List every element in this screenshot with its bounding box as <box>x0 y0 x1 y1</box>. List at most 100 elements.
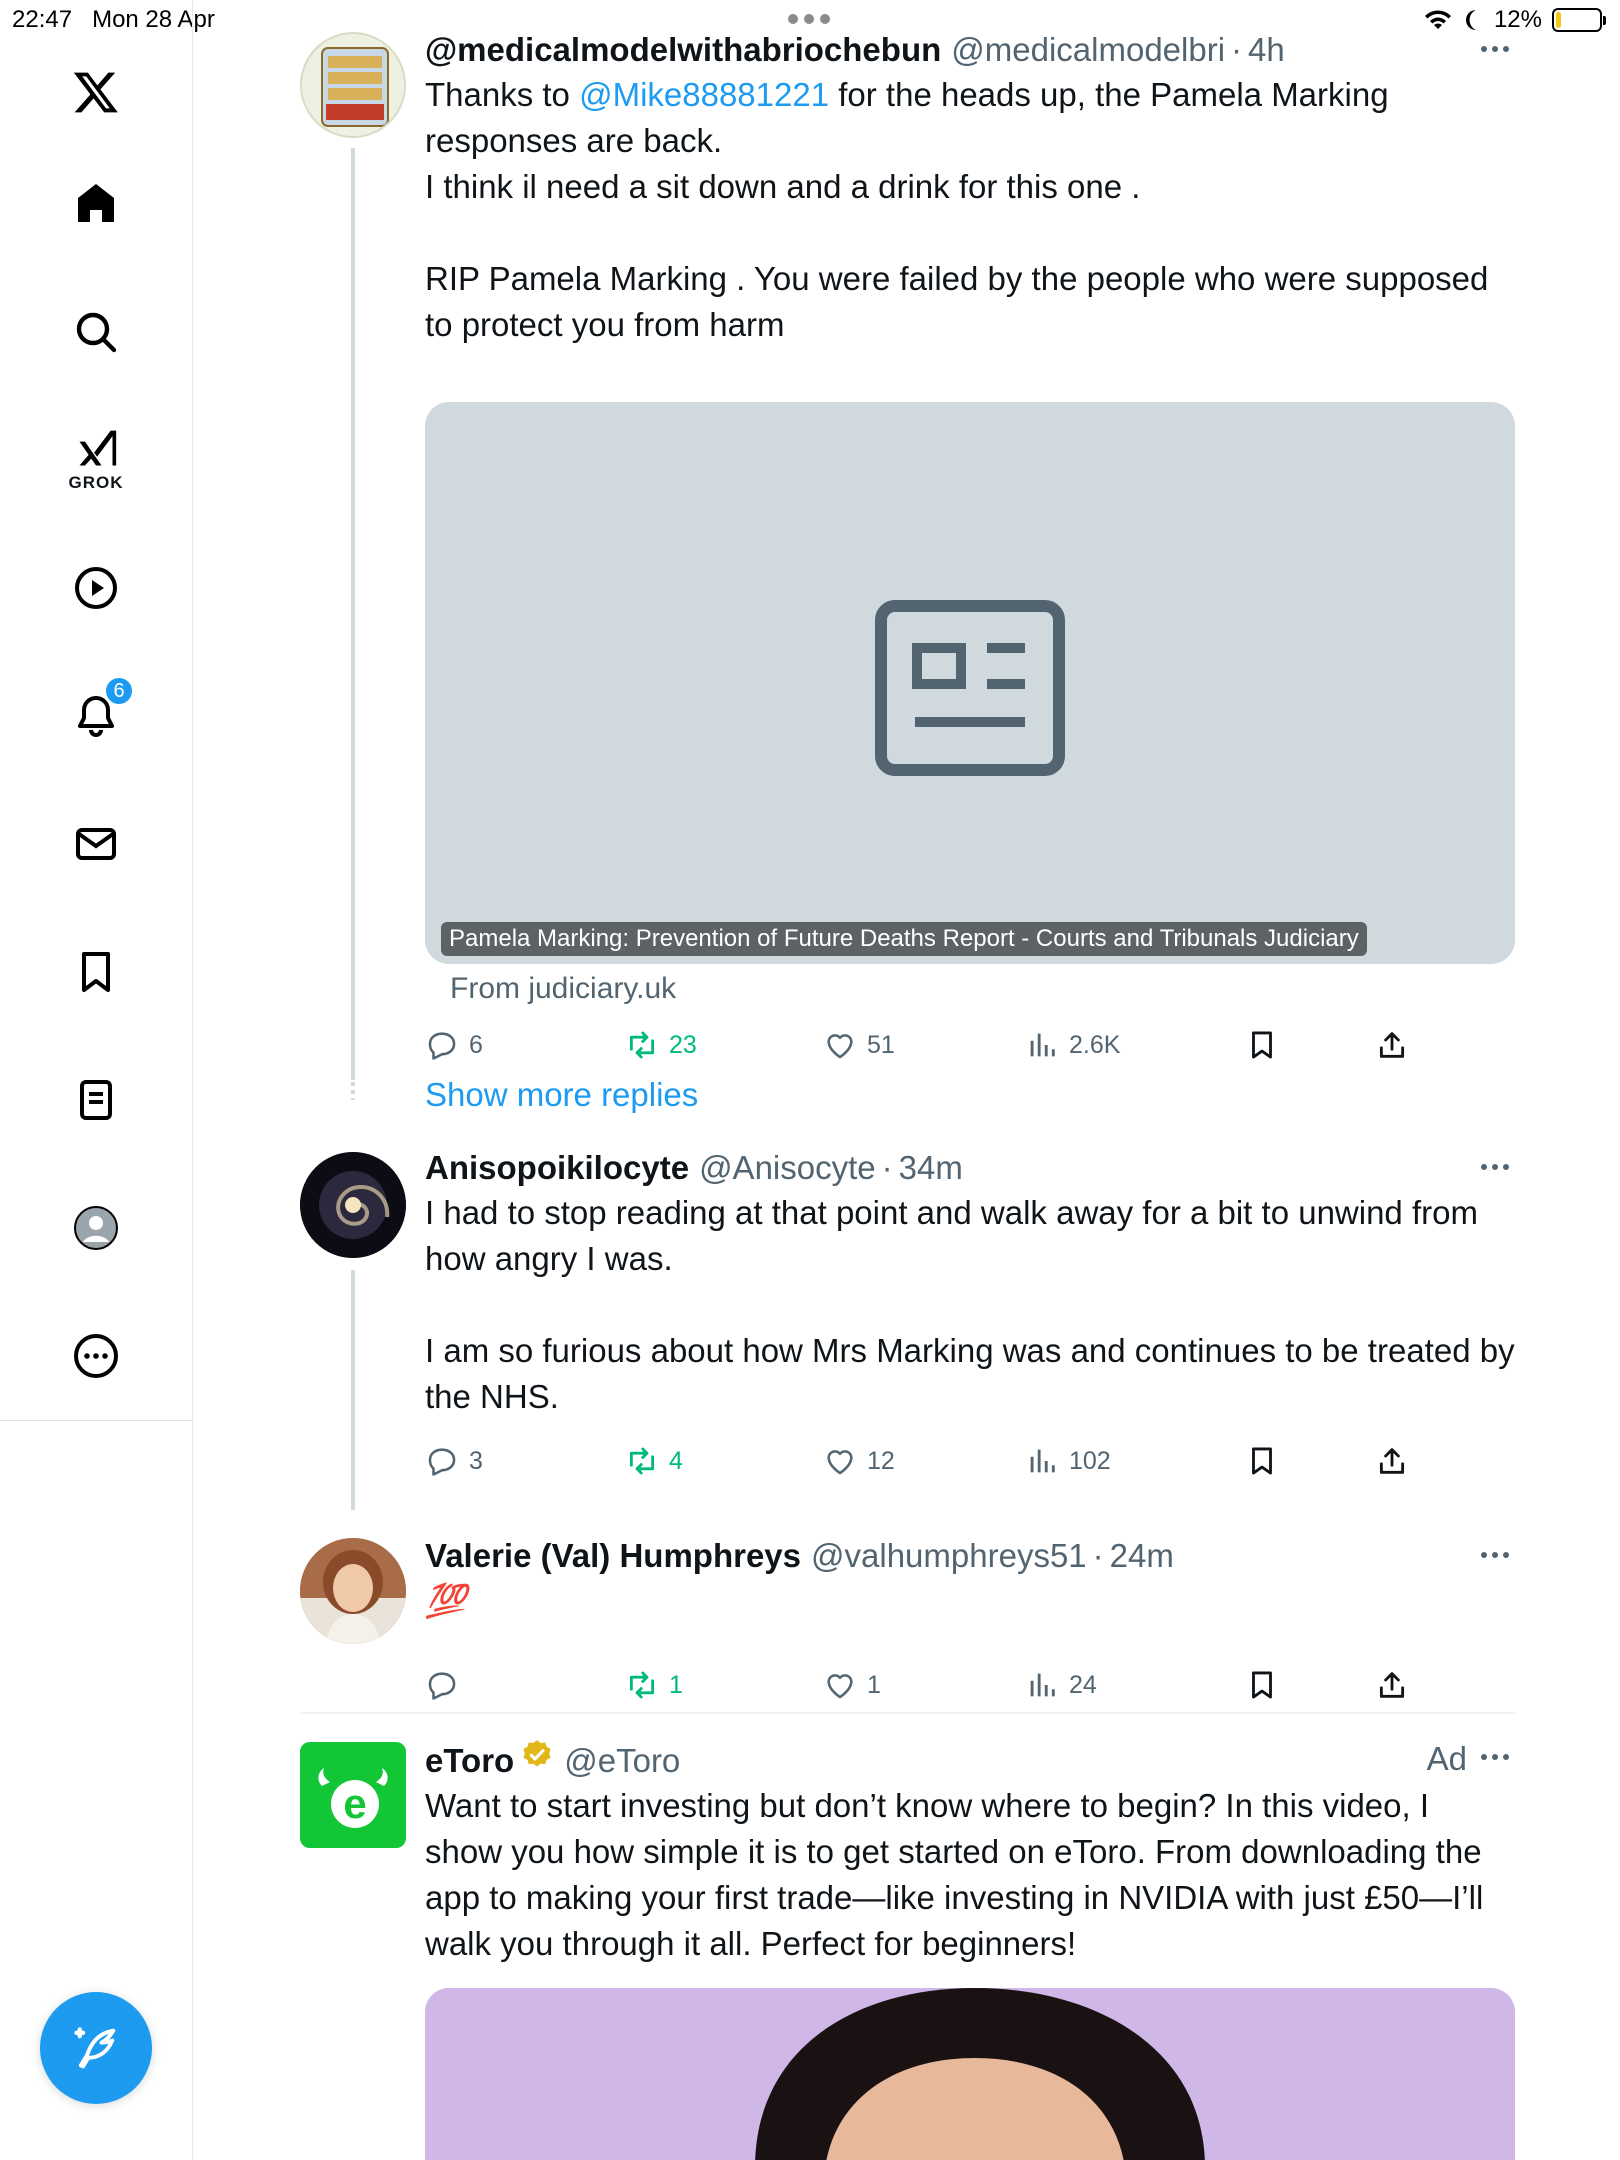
tweet-text: Thanks to @Mike88881221 for the heads up… <box>425 76 1489 343</box>
separator-dot: · <box>881 1149 893 1186</box>
bookmark-button[interactable] <box>1245 1660 1279 1710</box>
galaxy-avatar-image <box>300 1152 406 1258</box>
share-icon <box>1379 1672 1405 1698</box>
like-button[interactable]: 12 <box>823 1436 895 1486</box>
like-button[interactable]: 1 <box>823 1660 881 1710</box>
views-icon <box>1030 1033 1055 1057</box>
thread-line <box>351 1270 355 1510</box>
multitasking-handle[interactable] <box>788 14 830 24</box>
tweet[interactable]: @medicalmodelwithabriochebun @medicalmod… <box>300 30 1515 1080</box>
share-button[interactable] <box>1375 1660 1409 1710</box>
tweet-content: eToro @eToro Ad Want to start investing … <box>425 1738 1515 1967</box>
tweet-content: Anisopoikilocyte @Anisocyte · 34m I had … <box>425 1148 1515 1420</box>
more-options-icon[interactable] <box>46 1306 146 1406</box>
battery-icon <box>1552 8 1606 32</box>
timestamp[interactable]: 4h <box>1248 30 1285 70</box>
views-button[interactable]: 102 <box>1025 1436 1111 1486</box>
avatar[interactable] <box>300 32 406 138</box>
display-name[interactable]: eToro <box>425 1741 514 1781</box>
more-options-icon[interactable] <box>1475 1540 1515 1570</box>
moon-icon <box>1465 10 1476 30</box>
repost-icon <box>629 1031 655 1059</box>
views-count: 2.6K <box>1069 1030 1121 1059</box>
avatar[interactable]: e <box>300 1742 406 1848</box>
tweet-text: Want to start investing but don’t know w… <box>425 1787 1493 1962</box>
promoted-tweet[interactable]: e eToro @eToro Ad Want to start investin… <box>300 1738 1515 2160</box>
views-count: 24 <box>1069 1670 1097 1699</box>
notifications-icon[interactable]: 6 <box>46 666 146 766</box>
share-button[interactable] <box>1375 1020 1409 1070</box>
reply-button[interactable]: 3 <box>425 1436 483 1486</box>
repost-count: 23 <box>669 1030 697 1059</box>
repost-count: 4 <box>669 1446 683 1475</box>
card-title: Pamela Marking: Prevention of Future Dea… <box>441 922 1367 956</box>
handle[interactable]: @Anisocyte <box>699 1148 876 1188</box>
mention-link[interactable]: @Mike88881221 <box>579 76 829 113</box>
handle[interactable]: @valhumphreys51 <box>811 1536 1087 1576</box>
repost-button[interactable]: 4 <box>625 1436 683 1486</box>
avatar[interactable] <box>300 1152 406 1258</box>
sidebar: GROK 6 <box>0 0 193 2160</box>
timestamp[interactable]: 24m <box>1110 1536 1174 1576</box>
thread-line <box>351 148 355 1080</box>
repost-button[interactable]: 23 <box>625 1020 697 1070</box>
card-source[interactable]: From judiciary.uk <box>450 972 676 1006</box>
bookmarks-icon[interactable] <box>46 922 146 1022</box>
reply-button[interactable]: 6 <box>425 1020 483 1070</box>
sidebar-divider <box>0 1420 193 1421</box>
tweet[interactable]: Valerie (Val) Humphreys @valhumphreys51 … <box>300 1536 1515 1706</box>
bookmark-button[interactable] <box>1245 1436 1279 1486</box>
reply-icon <box>428 1032 456 1060</box>
reply-count: 6 <box>469 1030 483 1059</box>
tweet-header: @medicalmodelwithabriochebun @medicalmod… <box>425 30 1515 70</box>
tweet-text: 💯 <box>425 1582 467 1619</box>
search-icon[interactable] <box>46 282 146 382</box>
home-icon[interactable] <box>46 154 146 254</box>
like-button[interactable]: 51 <box>823 1020 895 1070</box>
avatar[interactable] <box>300 1538 406 1644</box>
divider <box>300 1712 1515 1714</box>
tweet[interactable]: Anisopoikilocyte @Anisocyte · 34m I had … <box>300 1148 1515 1510</box>
share-button[interactable] <box>1375 1436 1409 1486</box>
display-name[interactable]: @medicalmodelwithabriochebun <box>425 30 941 70</box>
bookmark-icon <box>1252 1671 1272 1699</box>
profile-icon[interactable] <box>46 1178 146 1278</box>
video-icon[interactable] <box>46 538 146 638</box>
views-button[interactable]: 2.6K <box>1025 1020 1120 1070</box>
ad-label: Ad <box>1426 1740 1467 1777</box>
x-logo-icon[interactable] <box>46 42 146 142</box>
more-options-icon[interactable] <box>1475 1152 1515 1182</box>
svg-text:e: e <box>343 1780 366 1827</box>
separator-dot: · <box>1231 31 1243 68</box>
heart-icon <box>827 1674 853 1699</box>
repost-button[interactable]: 1 <box>625 1660 683 1710</box>
views-button[interactable]: 24 <box>1025 1660 1097 1710</box>
handle[interactable]: @eToro <box>564 1741 680 1781</box>
views-icon <box>1030 1673 1055 1697</box>
timestamp[interactable]: 34m <box>899 1148 963 1188</box>
messages-icon[interactable] <box>46 794 146 894</box>
wifi-icon <box>1424 10 1451 29</box>
handle[interactable]: @medicalmodelbri <box>951 30 1225 70</box>
bookmark-icon <box>1252 1447 1272 1475</box>
share-icon <box>1379 1032 1405 1058</box>
like-count: 51 <box>867 1030 895 1059</box>
more-options-icon[interactable] <box>1475 1742 1515 1772</box>
tweet-content: @medicalmodelwithabriochebun @medicalmod… <box>425 30 1515 348</box>
bookmark-button[interactable] <box>1245 1020 1279 1070</box>
etoro-logo-icon: e <box>300 1742 406 1848</box>
reply-button[interactable] <box>425 1660 469 1710</box>
display-name[interactable]: Valerie (Val) Humphreys <box>425 1536 801 1576</box>
link-card[interactable]: Pamela Marking: Prevention of Future Dea… <box>425 402 1515 964</box>
display-name[interactable]: Anisopoikilocyte <box>425 1148 689 1188</box>
heart-icon <box>827 1034 853 1059</box>
compose-post-button[interactable] <box>40 1992 152 2104</box>
reply-icon <box>428 1672 456 1700</box>
thread-gap-dots <box>351 1082 355 1100</box>
lists-icon[interactable] <box>46 1050 146 1150</box>
more-options-icon[interactable] <box>1475 34 1515 64</box>
grok-nav-item[interactable]: GROK <box>46 410 146 510</box>
verified-badge-icon <box>523 1740 551 1767</box>
video-thumbnail[interactable] <box>425 1988 1515 2160</box>
show-more-replies-link[interactable]: Show more replies <box>425 1076 698 1114</box>
